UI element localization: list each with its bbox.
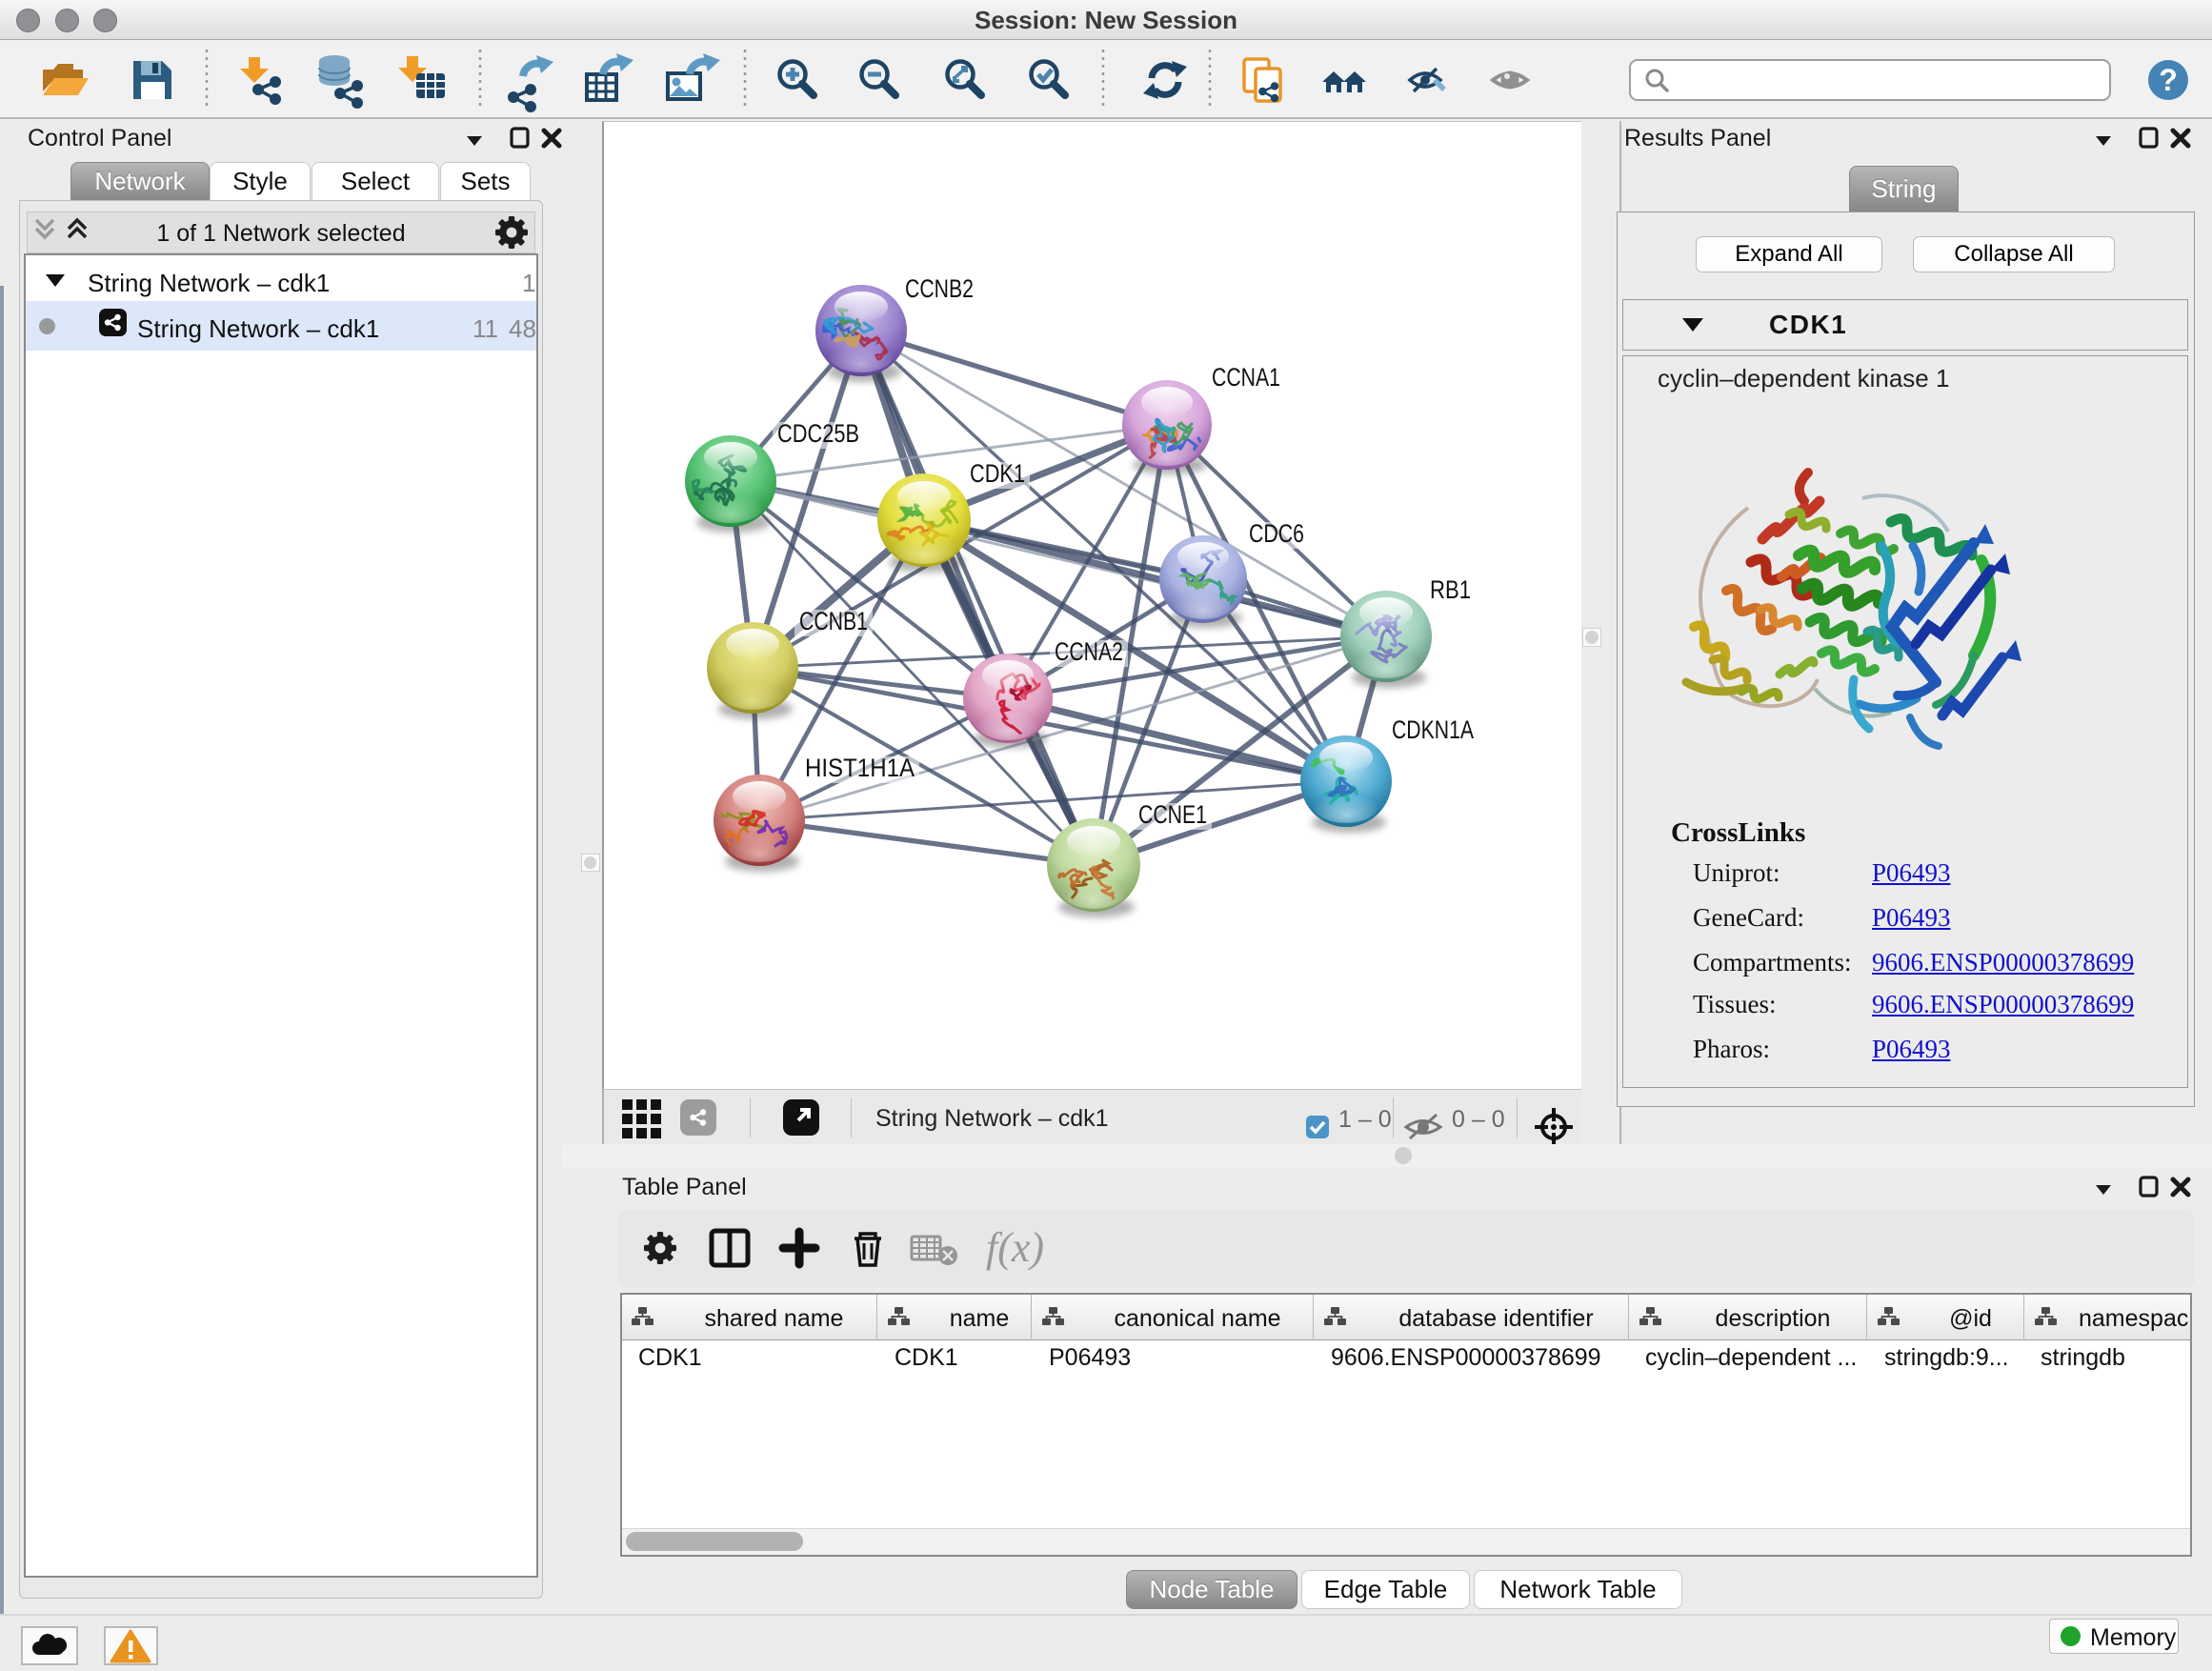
svg-text:RB1: RB1 bbox=[1430, 575, 1471, 604]
svg-text:HIST1H1A: HIST1H1A bbox=[805, 754, 915, 782]
svg-text:CDC6: CDC6 bbox=[1249, 519, 1304, 548]
svg-text:CDKN1A: CDKN1A bbox=[1392, 715, 1474, 744]
svg-text:CCNA2: CCNA2 bbox=[1055, 637, 1123, 666]
svg-text:?: ? bbox=[2159, 63, 2178, 97]
svg-text:CCNA1: CCNA1 bbox=[1212, 363, 1280, 392]
svg-text:CCNE1: CCNE1 bbox=[1138, 800, 1207, 829]
svg-text:CDC25B: CDC25B bbox=[777, 419, 859, 448]
svg-text:CCNB1: CCNB1 bbox=[799, 607, 868, 635]
svg-text:CDK1: CDK1 bbox=[970, 459, 1025, 488]
svg-text:CCNB2: CCNB2 bbox=[905, 274, 974, 303]
